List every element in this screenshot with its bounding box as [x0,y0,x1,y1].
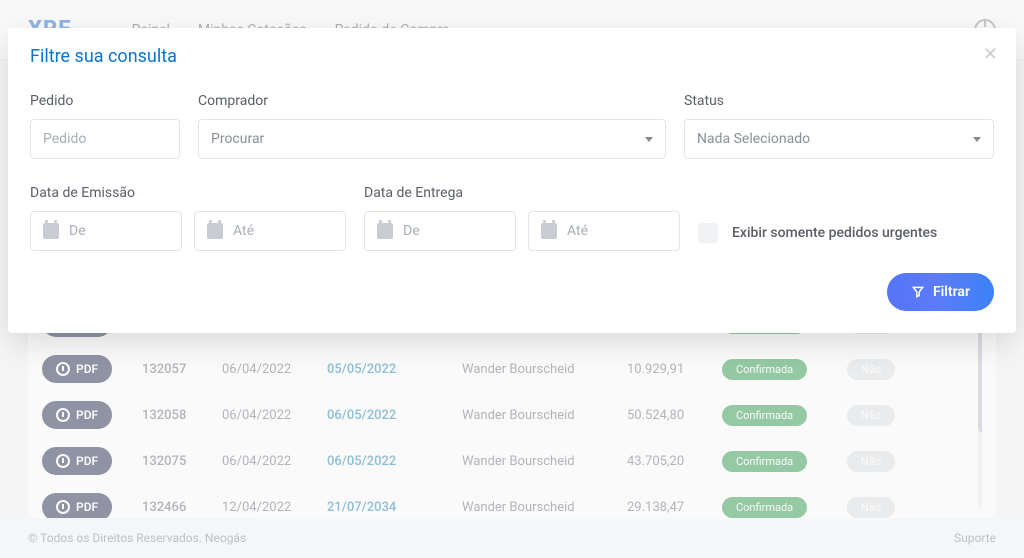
filter-modal: Filtre sua consulta ✕ Pedido Comprador P… [8,28,1016,333]
pedido-input[interactable] [30,119,180,159]
de-placeholder: De [403,223,420,239]
comprador-select[interactable]: Procurar [198,119,666,159]
status-placeholder: Nada Selecionado [697,131,810,147]
urgent-checkbox[interactable] [698,223,718,243]
funnel-icon [911,285,925,299]
emissao-ate-input[interactable]: Até [194,211,346,251]
filter-button[interactable]: Filtrar [887,273,994,311]
modal-title: Filtre sua consulta [30,46,994,67]
calendar-icon [377,223,393,239]
de-placeholder: De [69,223,86,239]
entrega-ate-input[interactable]: Até [528,211,680,251]
emissao-de-input[interactable]: De [30,211,182,251]
status-select[interactable]: Nada Selecionado [684,119,994,159]
chevron-down-icon [645,137,653,142]
chevron-down-icon [973,137,981,142]
status-label: Status [684,93,994,109]
close-icon[interactable]: ✕ [983,44,998,65]
calendar-icon [43,223,59,239]
comprador-label: Comprador [198,93,666,109]
comprador-placeholder: Procurar [211,131,264,147]
entrega-de-input[interactable]: De [364,211,516,251]
urgent-checkbox-label: Exibir somente pedidos urgentes [732,225,937,241]
calendar-icon [207,223,223,239]
emissao-label: Data de Emissão [30,185,346,201]
filter-button-label: Filtrar [933,284,970,300]
pedido-label: Pedido [30,93,180,109]
ate-placeholder: Até [567,223,588,239]
ate-placeholder: Até [233,223,254,239]
calendar-icon [541,223,557,239]
entrega-label: Data de Entrega [364,185,680,201]
